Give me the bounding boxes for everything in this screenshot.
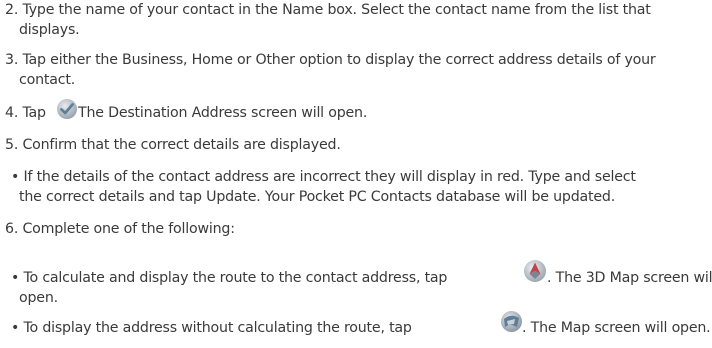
step-6-line-1: 6. Complete one of the following: bbox=[5, 221, 235, 237]
map-button-icon bbox=[501, 311, 522, 332]
step-5-line-1: 5. Confirm that the correct details are … bbox=[5, 137, 341, 153]
navigate-button-icon bbox=[524, 260, 546, 282]
step-5-bullet-line-2: the correct details and tap Update. Your… bbox=[19, 189, 616, 205]
checkmark-button-icon bbox=[57, 99, 77, 119]
step-4-prefix: 4. Tap bbox=[5, 105, 46, 121]
step-5-bullet-line-1: • If the details of the contact address … bbox=[11, 169, 636, 185]
step-6-bullet-2-suffix: . The Map screen will open. bbox=[522, 320, 711, 336]
step-4-suffix: The Destination Address screen will open… bbox=[78, 105, 368, 121]
step-6-bullet-1-suffix: . The 3D Map screen will bbox=[547, 270, 712, 286]
step-2-line-2: displays. bbox=[19, 22, 80, 38]
step-3-line-1: 3. Tap either the Business, Home or Othe… bbox=[5, 52, 656, 68]
step-3-line-2: contact. bbox=[19, 72, 76, 88]
step-6-bullet-2-prefix: • To display the address without calcula… bbox=[11, 320, 412, 336]
step-6-bullet-1-prefix: • To calculate and display the route to … bbox=[11, 270, 448, 286]
step-2-line-1: 2. Type the name of your contact in the … bbox=[5, 2, 651, 18]
step-6-bullet-1-line-2: open. bbox=[19, 290, 58, 306]
